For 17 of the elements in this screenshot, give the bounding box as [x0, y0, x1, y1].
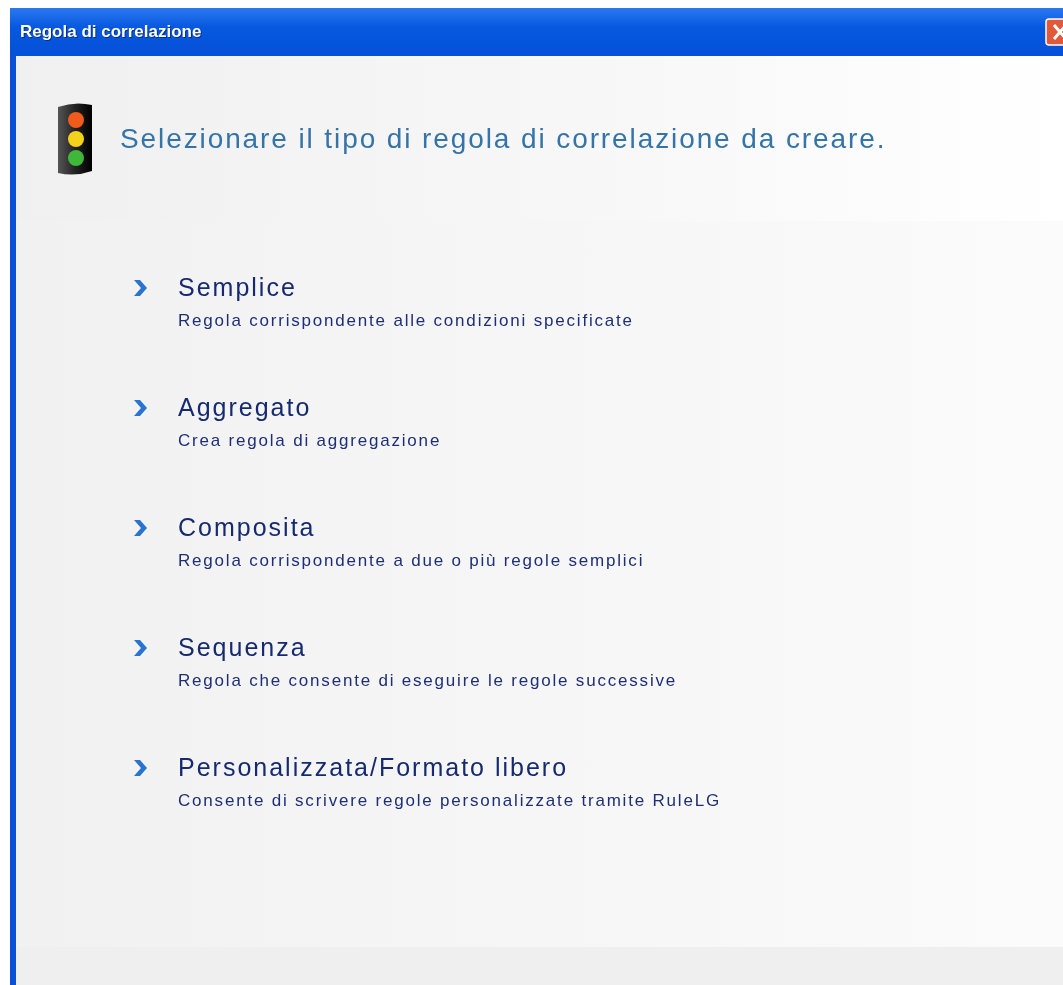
chevron-icon — [132, 639, 148, 657]
option-description: Regola corrispondente alle condizioni specificate — [178, 311, 634, 331]
option-description: Consente di scrivere regole personalizzate tramite RuleLG — [178, 791, 721, 811]
option-description: Crea regola di aggregazione — [178, 431, 442, 451]
chevron-icon — [132, 279, 148, 297]
option-link[interactable]: Aggregato — [178, 393, 442, 422]
option-link[interactable]: Sequenza — [178, 633, 677, 662]
chevron-icon — [132, 519, 148, 537]
window-title: Regola di correlazione — [20, 22, 202, 42]
chevron-icon — [132, 759, 148, 777]
option-link[interactable]: Composita — [178, 513, 645, 542]
chevron-icon — [132, 399, 148, 417]
heading: Selezionare il tipo di regola di correlazione da creare. — [120, 122, 887, 155]
option-link[interactable]: Personalizzata/Formato libero — [178, 753, 721, 782]
option-link[interactable]: Semplice — [178, 273, 634, 302]
option-description: Regola corrispondente a due o più regole semplici — [178, 551, 645, 571]
option-description: Regola che consente di eseguire le regole successive — [178, 671, 677, 691]
